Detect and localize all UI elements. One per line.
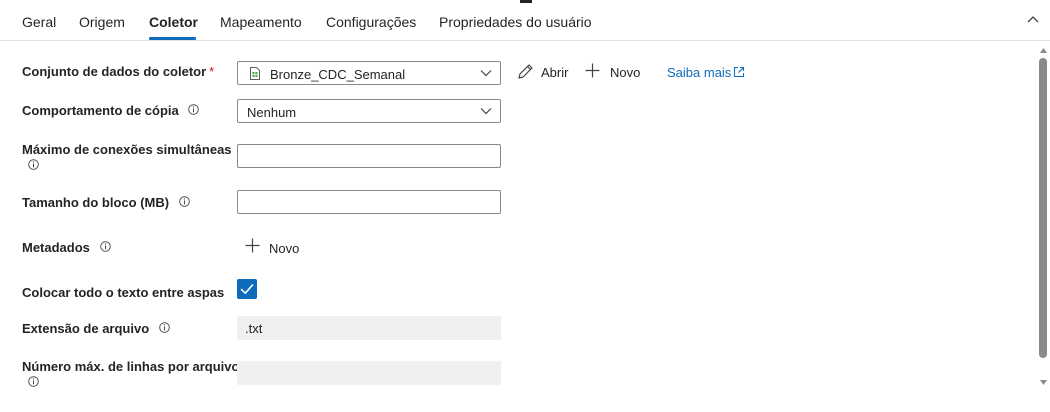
copy-behavior-label: Comportamento de cópia <box>22 103 200 118</box>
open-dataset-label: Abrir <box>541 65 569 80</box>
sink-dataset-label: Conjunto de dados do coletor * <box>22 64 215 79</box>
file-extension-value: .txt <box>245 321 263 336</box>
max-rows-label: Número máx. de linhas por arquivo <box>22 359 240 374</box>
add-metadata-button[interactable]: Novo <box>245 238 305 256</box>
sink-dataset-select[interactable]: Bronze_CDC_Semanal <box>237 61 501 85</box>
scrollbar-thumb[interactable] <box>1039 58 1047 358</box>
block-size-label: Tamanho do bloco (MB) <box>22 195 190 210</box>
info-icon[interactable] <box>159 322 170 333</box>
quote-all-checkbox[interactable] <box>237 279 257 299</box>
info-icon[interactable] <box>28 159 39 170</box>
block-size-input[interactable] <box>237 190 501 214</box>
chevron-up-icon[interactable] <box>1026 14 1040 26</box>
max-rows-input <box>237 361 501 385</box>
tab-bar: Geral Origem Coletor Mapeamento Configur… <box>0 0 1050 41</box>
learn-more-link[interactable]: Saiba mais <box>667 65 749 81</box>
new-dataset-button[interactable]: Novo <box>585 63 645 81</box>
open-dataset-button[interactable]: Abrir <box>517 63 573 81</box>
chevron-down-icon <box>480 70 492 77</box>
drag-handle <box>520 0 532 3</box>
quote-all-label: Colocar todo o texto entre aspas <box>22 285 225 300</box>
checkmark-icon <box>240 284 254 294</box>
tab-configuracoes[interactable]: Configurações <box>326 14 416 30</box>
tab-geral[interactable]: Geral <box>22 14 56 30</box>
info-icon[interactable] <box>178 196 190 207</box>
dataset-file-icon <box>250 67 260 80</box>
info-icon[interactable] <box>28 376 39 387</box>
file-extension-label: Extensão de arquivo <box>22 321 170 336</box>
tab-origem[interactable]: Origem <box>79 14 125 30</box>
chevron-down-icon <box>480 108 492 115</box>
file-extension-input: .txt <box>237 316 501 340</box>
plus-icon <box>245 238 260 253</box>
tab-mapeamento[interactable]: Mapeamento <box>220 14 302 30</box>
max-connections-label: Máximo de conexões simultâneas <box>22 142 232 157</box>
copy-behavior-select[interactable]: Nenhum <box>237 99 501 123</box>
sink-dataset-value: Bronze_CDC_Semanal <box>270 67 406 82</box>
metadata-label: Metadados <box>22 240 111 255</box>
pencil-icon <box>518 64 533 79</box>
info-icon[interactable] <box>99 241 111 252</box>
required-mark: * <box>209 64 215 79</box>
plus-icon <box>585 63 600 78</box>
scroll-down-arrow-icon[interactable] <box>1040 380 1047 385</box>
active-tab-indicator <box>149 37 196 40</box>
scroll-up-arrow-icon[interactable] <box>1040 48 1047 53</box>
info-icon[interactable] <box>188 104 200 115</box>
tab-propriedades-usuario[interactable]: Propriedades do usuário <box>439 14 592 30</box>
add-metadata-label: Novo <box>269 241 300 256</box>
tab-coletor[interactable]: Coletor <box>149 14 198 30</box>
external-link-icon <box>733 66 745 78</box>
copy-behavior-value: Nenhum <box>247 105 297 120</box>
learn-more-label: Saiba mais <box>667 65 732 80</box>
max-connections-input[interactable] <box>237 144 501 168</box>
new-dataset-label: Novo <box>610 65 641 80</box>
